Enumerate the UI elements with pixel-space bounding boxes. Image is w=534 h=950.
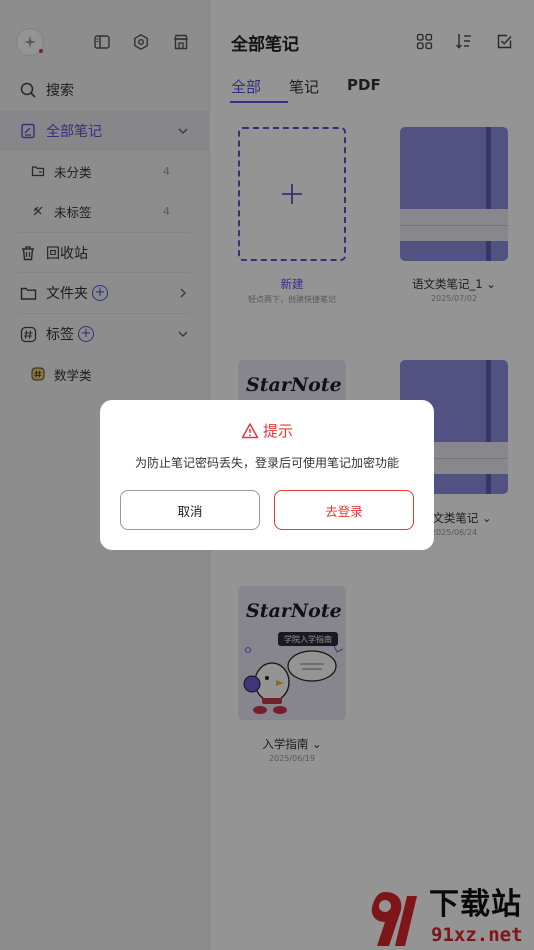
- dialog-title: 提示: [100, 420, 434, 441]
- warning-icon: [241, 422, 259, 440]
- login-prompt-dialog: 提示 为防止笔记密码丢失，登录后可使用笔记加密功能 取消 去登录: [100, 400, 434, 550]
- login-button[interactable]: 去登录: [274, 490, 414, 530]
- dialog-message: 为防止笔记密码丢失，登录后可使用笔记加密功能: [134, 456, 399, 470]
- cancel-button[interactable]: 取消: [120, 490, 260, 530]
